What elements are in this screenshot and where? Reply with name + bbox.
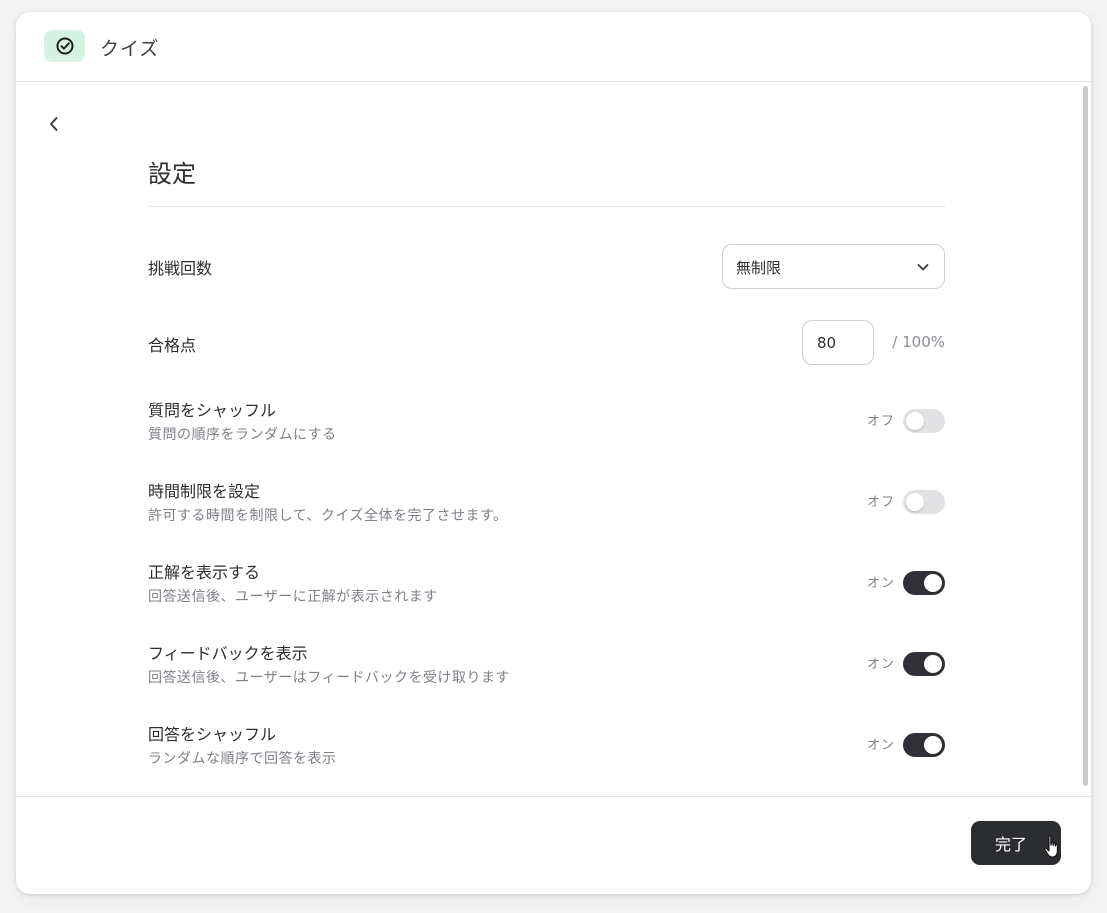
toggle-state-label: オン [866, 657, 895, 672]
setting-title: 時間制限を設定 [148, 482, 261, 501]
shuffle-answers-toggle[interactable] [903, 733, 945, 757]
toggle-state-label: オフ [866, 414, 895, 429]
scrollbar[interactable] [1083, 86, 1088, 786]
toggle-state-label: オフ [866, 495, 895, 510]
setting-title: 正解を表示する [148, 563, 261, 582]
modal-header: クイズ [16, 12, 1091, 82]
setting-show-feedback: フィードバックを表示 回答送信後、ユーザーはフィードバックを受け取ります オン [148, 640, 945, 700]
setting-description: 回答送信後、ユーザーはフィードバックを受け取ります [148, 670, 510, 686]
chevron-left-icon [50, 117, 58, 131]
setting-title: 質問をシャッフル [148, 401, 277, 420]
setting-description: 回答送信後、ユーザーに正解が表示されます [148, 589, 438, 605]
toggle-knob [906, 412, 924, 430]
toggle-knob [924, 655, 942, 673]
setting-shuffle-questions: 質問をシャッフル 質問の順序をランダムにする オフ [148, 397, 945, 457]
app-title: クイズ [100, 38, 160, 60]
divider [148, 206, 945, 207]
page-title: 設定 [148, 160, 196, 188]
check-circle-icon [44, 30, 85, 62]
show-answers-toggle[interactable] [903, 571, 945, 595]
setting-time-limit: 時間制限を設定 許可する時間を制限して、クイズ全体を完了させます。 オフ [148, 478, 945, 538]
toggle-state-label: オン [866, 576, 895, 591]
attempts-select[interactable]: 無制限 [722, 244, 945, 289]
toggle-knob [906, 493, 924, 511]
done-button[interactable]: 完了 [971, 821, 1061, 865]
passing-score-input[interactable] [802, 320, 874, 365]
toggle-knob [924, 736, 942, 754]
chevron-down-icon [917, 264, 929, 271]
setting-description: 許可する時間を制限して、クイズ全体を完了させます。 [148, 508, 508, 524]
shuffle-questions-toggle[interactable] [903, 409, 945, 433]
show-feedback-toggle[interactable] [903, 652, 945, 676]
modal-footer: 完了 [16, 796, 1091, 894]
attempts-selected-value: 無制限 [736, 259, 782, 277]
setting-description: ランダムな順序で回答を表示 [148, 751, 337, 767]
setting-title: 回答をシャッフル [148, 725, 277, 744]
toggle-knob [924, 574, 942, 592]
back-button[interactable] [43, 112, 65, 136]
quiz-settings-modal: クイズ 設定 挑戦回数 無制限 合格点 / 100% 質問をシャッフル 質問の順… [16, 12, 1091, 894]
toggle-state-label: オン [866, 738, 895, 753]
setting-description: 質問の順序をランダムにする [148, 427, 337, 443]
setting-shuffle-answers: 回答をシャッフル ランダムな順序で回答を表示 オン [148, 721, 945, 781]
setting-show-answers: 正解を表示する 回答送信後、ユーザーに正解が表示されます オン [148, 559, 945, 619]
attempts-label: 挑戦回数 [148, 259, 213, 278]
setting-title: フィードバックを表示 [148, 644, 308, 663]
passing-score-suffix: / 100% [892, 333, 945, 351]
time-limit-toggle[interactable] [903, 490, 945, 514]
passing-score-label: 合格点 [148, 336, 197, 355]
